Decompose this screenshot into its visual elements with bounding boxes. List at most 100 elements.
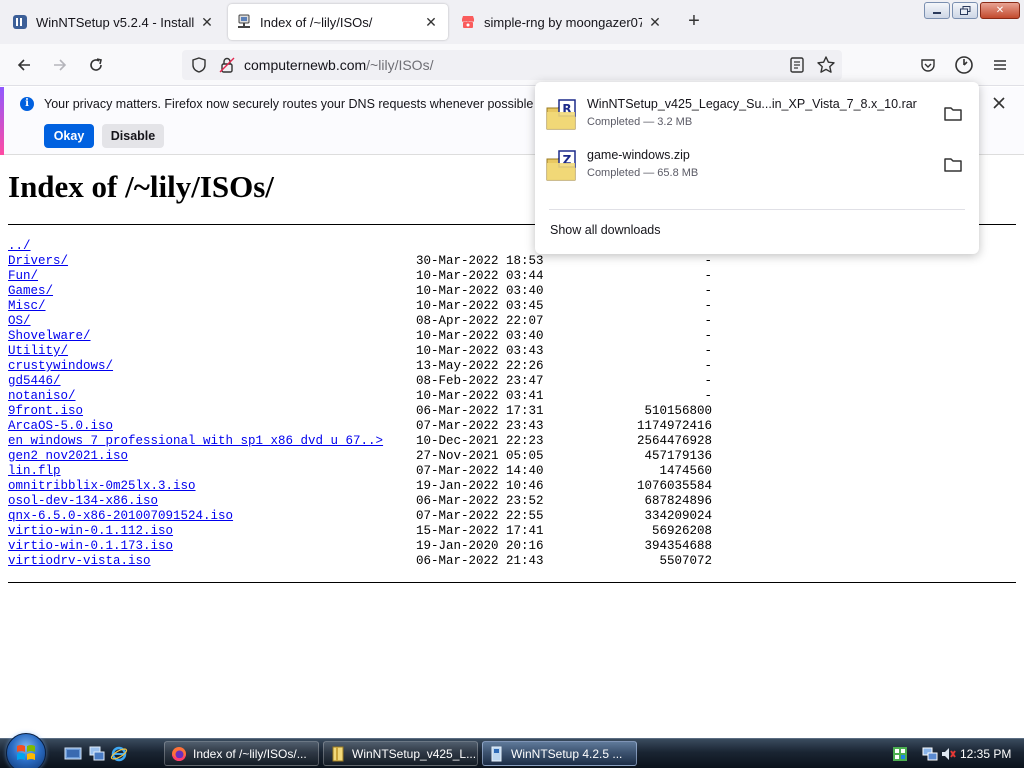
tab-title: WinNTSetup v5.2.4 - Install Win	[36, 14, 194, 30]
taskbar: Index of /~lily/ISOs/... WinNTSetup_v425…	[0, 733, 1024, 768]
network-icon[interactable]	[922, 746, 938, 762]
file-link[interactable]: OS/	[8, 314, 31, 329]
reload-icon	[90, 58, 102, 71]
file-size: 1474560	[659, 464, 712, 478]
close-icon[interactable]: ✕	[422, 13, 440, 31]
close-icon	[993, 97, 1005, 109]
file-size: -	[704, 359, 712, 373]
show-desktop-icon[interactable]	[64, 745, 82, 763]
file-date: 08-Apr-2022 22:07	[416, 314, 544, 328]
file-size: -	[704, 254, 712, 268]
file-link[interactable]: Drivers/	[8, 254, 68, 269]
file-link[interactable]: ../	[8, 239, 31, 254]
file-size: 1174972416	[636, 419, 712, 433]
tab-simple-rng[interactable]: simple-rng by moongazer07 ✕	[452, 4, 672, 40]
folder-icon[interactable]	[943, 156, 963, 179]
file-link[interactable]: osol-dev-134-x86.iso	[8, 494, 158, 509]
file-date: 19-Jan-2020 20:16	[416, 539, 544, 553]
show-all-downloads-button[interactable]: Show all downloads	[550, 223, 661, 237]
window-close-button[interactable]: ✕	[980, 2, 1020, 19]
zip-archive-icon: Z	[545, 149, 579, 183]
file-date: 15-Mar-2022 17:41	[416, 524, 544, 538]
url-domain: computernewb.com	[244, 57, 367, 73]
file-link[interactable]: omnitribblix-0m25lx.3.iso	[8, 479, 196, 494]
file-size: 5507072	[659, 554, 712, 568]
file-link[interactable]: gen2_nov2021.iso	[8, 449, 128, 464]
file-link[interactable]: ArcaOS-5.0.iso	[8, 419, 113, 434]
file-link[interactable]: Utility/	[8, 344, 68, 359]
download-item[interactable]: Z game-windows.zip Completed — 65.8 MB	[535, 145, 979, 193]
file-size: -	[704, 389, 712, 403]
file-link[interactable]: Fun/	[8, 269, 38, 284]
bookmark-star-icon[interactable]	[816, 55, 836, 80]
file-date: 10-Mar-2022 03:43	[416, 344, 544, 358]
file-link[interactable]: en_windows_7_professional_with_sp1_x86_d…	[8, 434, 383, 449]
lock-icon[interactable]	[218, 56, 236, 79]
file-link[interactable]: virtio-win-0.1.173.iso	[8, 539, 173, 554]
tray-app-icon[interactable]	[892, 746, 908, 762]
file-date: 10-Mar-2022 03:40	[416, 284, 544, 298]
restore-button[interactable]	[952, 2, 978, 19]
back-button[interactable]	[12, 53, 36, 77]
taskbar-button-folder[interactable]: WinNTSetup_v425_L...	[323, 741, 478, 766]
file-size: 334209024	[644, 509, 712, 523]
reload-button[interactable]	[84, 53, 108, 77]
tab-winntsetup[interactable]: WinNTSetup v5.2.4 - Install Win ✕	[4, 4, 224, 40]
downloads-progress-icon	[955, 56, 973, 74]
file-size: -	[704, 299, 712, 313]
file-link[interactable]: virtiodrv-vista.iso	[8, 554, 151, 569]
file-date: 30-Mar-2022 18:53	[416, 254, 544, 268]
file-date: 10-Dec-2021 22:23	[416, 434, 544, 448]
app-menu-button[interactable]	[988, 53, 1012, 77]
file-link[interactable]: virtio-win-0.1.112.iso	[8, 524, 173, 539]
file-date: 13-May-2022 22:26	[416, 359, 544, 373]
download-status: Completed — 65.8 MB	[587, 167, 699, 179]
downloads-button[interactable]	[952, 53, 976, 77]
file-link[interactable]: qnx-6.5.0-x86-201007091524.iso	[8, 509, 233, 524]
file-size: 457179136	[644, 449, 712, 463]
reader-view-icon[interactable]	[788, 56, 806, 79]
tab-index-of-isos[interactable]: Index of /~lily/ISOs/ ✕	[228, 4, 448, 40]
file-link[interactable]: Misc/	[8, 299, 46, 314]
download-status: Completed — 3.2 MB	[587, 116, 693, 128]
notification-close-button[interactable]	[990, 94, 1008, 117]
start-button[interactable]	[6, 733, 46, 768]
file-date: 06-Mar-2022 23:52	[416, 494, 544, 508]
pocket-button[interactable]	[916, 53, 940, 77]
file-date: 19-Jan-2022 10:46	[416, 479, 544, 493]
taskbar-button-firefox[interactable]: Index of /~lily/ISOs/...	[164, 741, 319, 766]
file-date: 10-Mar-2022 03:44	[416, 269, 544, 283]
file-link[interactable]: lin.flp	[8, 464, 61, 479]
close-icon[interactable]: ✕	[198, 13, 216, 31]
disable-button[interactable]: Disable	[102, 124, 164, 148]
taskbar-button-label: WinNTSetup_v425_L...	[352, 746, 477, 761]
new-tab-button[interactable]: +	[684, 11, 704, 32]
file-size: -	[704, 329, 712, 343]
close-icon[interactable]: ✕	[646, 13, 664, 31]
okay-button[interactable]: Okay	[44, 124, 94, 148]
folder-icon[interactable]	[943, 105, 963, 128]
windows-logo-icon	[17, 745, 35, 760]
taskbar-button-winntsetup[interactable]: WinNTSetup 4.2.5 ...	[482, 741, 637, 766]
minimize-button[interactable]	[924, 2, 950, 19]
file-size: -	[704, 344, 712, 358]
restore-icon	[959, 6, 970, 15]
download-filename: WinNTSetup_v425_Legacy_Su...in_XP_Vista_…	[587, 97, 917, 111]
file-link[interactable]: Games/	[8, 284, 53, 299]
download-item[interactable]: R WinNTSetup_v425_Legacy_Su...in_XP_Vist…	[535, 94, 979, 142]
forward-button[interactable]	[48, 53, 72, 77]
address-bar[interactable]: computernewb.com/~lily/ISOs/	[182, 50, 842, 80]
file-link[interactable]: Shovelware/	[8, 329, 91, 344]
window-controls: ✕	[924, 2, 1020, 19]
file-link[interactable]: notaniso/	[8, 389, 76, 404]
itchio-icon	[460, 14, 476, 30]
file-link[interactable]: crustywindows/	[8, 359, 113, 374]
internet-explorer-icon[interactable]	[110, 745, 128, 763]
volume-muted-icon[interactable]	[940, 746, 956, 762]
system-clock[interactable]: 12:35 PM	[960, 747, 1011, 761]
file-link[interactable]: gd5446/	[8, 374, 61, 389]
switch-windows-icon[interactable]	[88, 745, 106, 763]
file-link[interactable]: 9front.iso	[8, 404, 83, 419]
tab-title: simple-rng by moongazer07	[484, 14, 642, 30]
tracking-protection-shield-icon[interactable]	[190, 56, 208, 79]
